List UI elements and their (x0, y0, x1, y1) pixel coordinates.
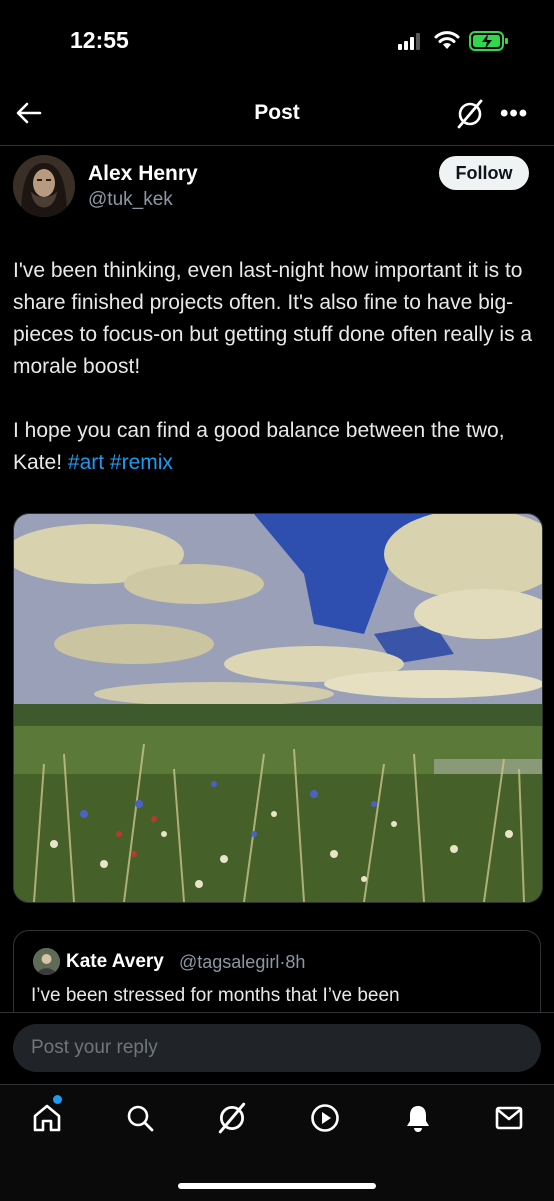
tab-messages[interactable] (492, 1101, 526, 1135)
notification-dot (53, 1095, 62, 1104)
bell-icon (407, 1106, 429, 1132)
hashtag-link[interactable]: #remix (110, 451, 173, 474)
quoted-timestamp: 8h (285, 952, 306, 972)
grok-icon (218, 1102, 246, 1134)
quoted-author-name[interactable]: Kate Avery (66, 951, 164, 973)
home-icon (33, 1104, 61, 1132)
status-time: 12:55 (70, 27, 129, 53)
more-options-icon[interactable]: ••• (500, 100, 528, 128)
signal-icon (398, 32, 424, 50)
tab-grok[interactable] (215, 1101, 249, 1135)
post-image[interactable] (13, 513, 543, 903)
search-icon (127, 1105, 154, 1132)
header-divider (0, 145, 554, 146)
hashtag-link[interactable]: #art (68, 451, 104, 474)
follow-button[interactable]: Follow (439, 156, 529, 190)
battery-icon (469, 31, 508, 51)
grok-icon[interactable] (454, 98, 486, 130)
post-paragraph: I've been thinking, even last-night how … (13, 259, 533, 378)
quoted-avatar[interactable] (33, 948, 60, 975)
tab-home[interactable] (30, 1101, 64, 1135)
video-icon (311, 1104, 339, 1132)
post-paragraph: I hope you can find a good balance betwe… (13, 415, 543, 479)
quoted-author-meta: @tagsalegirl·8h (179, 952, 305, 973)
tab-notifications[interactable] (401, 1101, 435, 1135)
quoted-author-handle[interactable]: @tagsalegirl (179, 952, 279, 972)
mail-icon (495, 1106, 523, 1130)
tab-video[interactable] (308, 1101, 342, 1135)
quoted-text: I’ve been stressed for months that I’ve … (31, 985, 400, 1006)
author-handle[interactable]: @tuk_kek (88, 189, 173, 211)
wifi-icon (434, 31, 460, 49)
reply-input[interactable]: Post your reply (13, 1024, 541, 1072)
author-avatar[interactable] (13, 155, 75, 217)
tab-search[interactable] (123, 1101, 157, 1135)
post-body: I've been thinking, even last-night how … (13, 255, 543, 479)
author-name[interactable]: Alex Henry (88, 162, 198, 186)
home-indicator (178, 1183, 376, 1189)
